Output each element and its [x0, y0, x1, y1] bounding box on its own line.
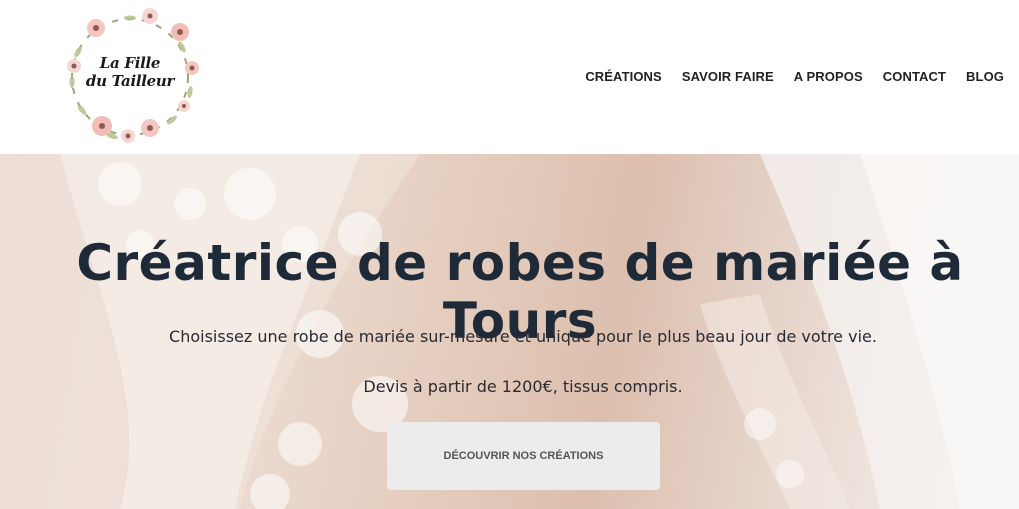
nav-item-a-propos[interactable]: A PROPOS — [794, 69, 863, 84]
site-logo[interactable]: La Fille du Tailleur — [52, 2, 208, 152]
logo-line-2: du Tailleur — [85, 72, 175, 90]
logo-line-1: La Fille — [99, 54, 161, 72]
nav-item-creations[interactable]: CRÉATIONS — [585, 69, 662, 84]
logo-text: La Fille du Tailleur — [52, 54, 208, 90]
nav-item-contact[interactable]: CONTACT — [883, 69, 946, 84]
main-nav: CRÉATIONS SAVOIR FAIRE A PROPOS CONTACT … — [565, 69, 1004, 84]
nav-item-savoir-faire[interactable]: SAVOIR FAIRE — [682, 69, 774, 84]
hero-banner: Créatrice de robes de mariée à Tours Cho… — [0, 154, 1019, 509]
hero-subtitle: Choisissez une robe de mariée sur-mesure… — [169, 327, 877, 346]
discover-creations-button[interactable]: DÉCOUVRIR NOS CRÉATIONS — [387, 422, 660, 490]
hero-price-note: Devis à partir de 1200€, tissus compris. — [363, 377, 683, 396]
site-header: La Fille du Tailleur CRÉATIONS SAVOIR FA… — [0, 0, 1019, 154]
nav-item-blog[interactable]: BLOG — [966, 69, 1004, 84]
